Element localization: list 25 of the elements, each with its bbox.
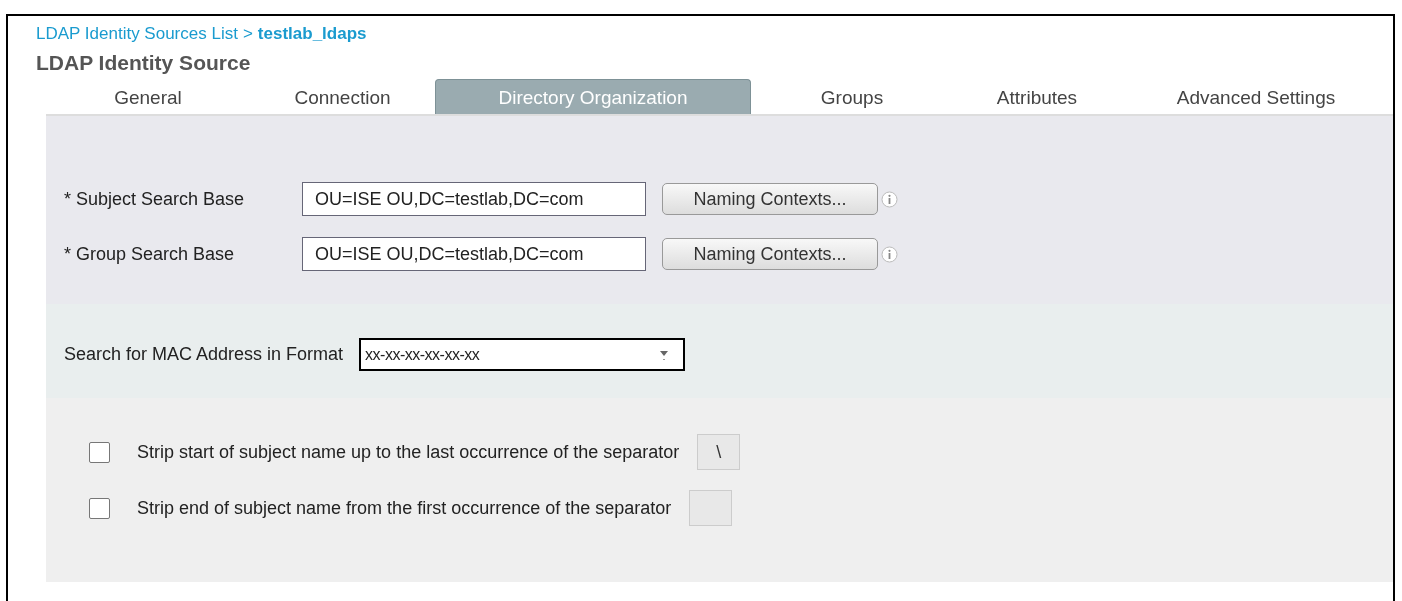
checkbox-label: Strip end of subject name from the first occurrence of the separator [137, 497, 672, 519]
checkbox[interactable] [89, 441, 110, 463]
tab[interactable]: General [46, 82, 250, 114]
dropdown-arrow-icon [659, 348, 670, 361]
mac-format-dropdown[interactable]: xx-xx-xx-xx-xx-xx [359, 338, 686, 371]
search-base-field[interactable]: OU=ISE OU,DC=testlab,DC=com [302, 182, 646, 216]
page-title: LDAP Identity Source [36, 51, 252, 76]
naming-contexts-button[interactable]: Naming Contexts... [662, 238, 878, 270]
breadcrumb-current: testlab_ldaps [257, 24, 367, 44]
info-icon[interactable] [881, 190, 898, 208]
tab[interactable]: Groups [751, 82, 953, 114]
naming-contexts-button[interactable]: Naming Contexts... [662, 183, 878, 215]
tab[interactable]: Advanced Settings [1121, 82, 1391, 114]
field-label: * Group Search Base [64, 243, 236, 265]
info-icon[interactable] [881, 245, 898, 263]
field-label: Search for MAC Address in Format [64, 344, 344, 365]
search-base-field[interactable]: OU=ISE OU,DC=testlab,DC=com [302, 237, 646, 271]
field-label: * Subject Search Base [64, 188, 246, 210]
breadcrumb-separator: > [242, 24, 253, 44]
separator-field[interactable] [689, 490, 733, 526]
tab[interactable]: Attributes [953, 82, 1121, 114]
checkbox-label: Strip start of subject name up to the last occurrence of the separator [137, 441, 680, 463]
tab[interactable]: Connection [250, 82, 435, 114]
separator-field[interactable]: \ [697, 434, 741, 470]
checkbox[interactable] [89, 497, 110, 519]
